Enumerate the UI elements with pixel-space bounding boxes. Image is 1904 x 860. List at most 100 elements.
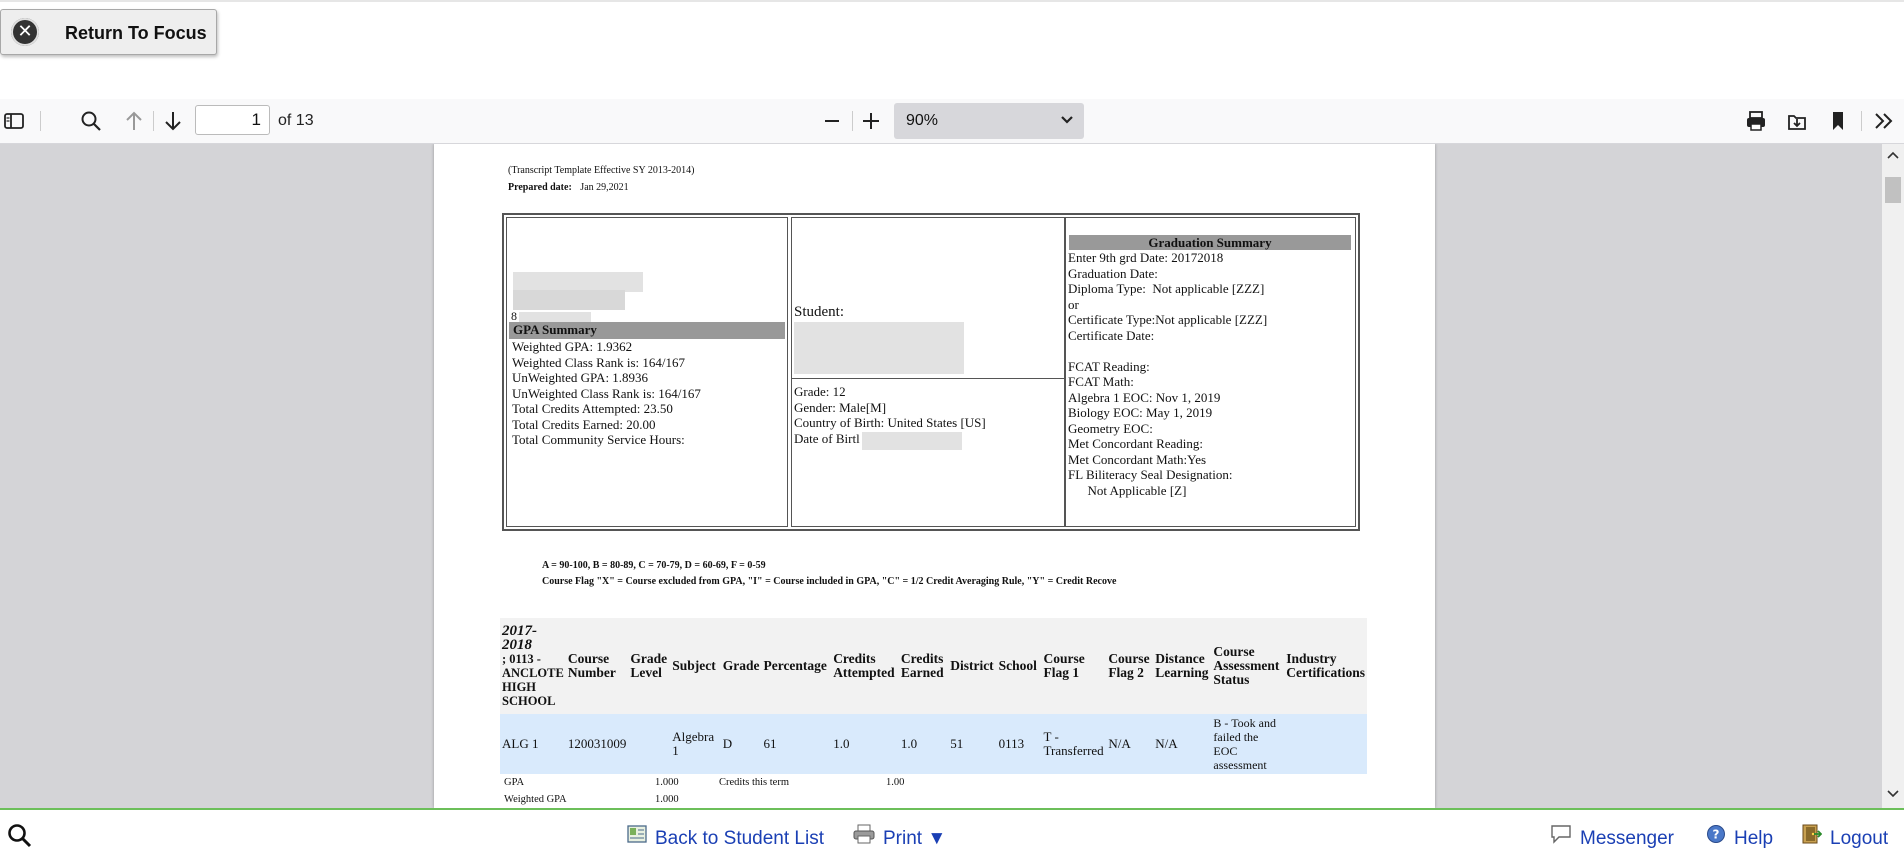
graduation-line: Geometry EOC: xyxy=(1068,420,1153,436)
column-header: Course Assessment Status xyxy=(1211,618,1285,714)
zoom-out-icon[interactable] xyxy=(818,107,846,135)
toolbar-separator xyxy=(852,111,853,131)
table-cell: 120031009 xyxy=(565,714,629,774)
pdf-page: (Transcript Template Effective SY 2013-2… xyxy=(434,144,1435,808)
search-icon[interactable] xyxy=(6,822,32,853)
student-label: Student: xyxy=(794,304,845,320)
print-menu-link[interactable]: Print ▼ xyxy=(853,824,946,850)
close-circle-icon: ✕ xyxy=(11,18,39,46)
graduation-summary-header: Graduation Summary xyxy=(1069,235,1351,250)
graduation-box: Graduation Summary Enter 9th grd Date: 2… xyxy=(1064,217,1356,527)
graduation-line: FCAT Reading: xyxy=(1068,358,1150,374)
table-cell: ALG 1 xyxy=(500,714,566,774)
top-border xyxy=(0,0,1904,2)
student-info-line: Grade: 12 xyxy=(794,384,846,399)
table-cell: Algebra 1 xyxy=(670,714,721,774)
scroll-up-icon[interactable] xyxy=(1885,147,1901,163)
toolbar-separator xyxy=(1861,111,1862,131)
student-box: Student: Grade: 12 Gender: Male[M] Country… xyxy=(791,217,1066,527)
graduation-line xyxy=(1068,343,1267,359)
back-to-student-list-link[interactable]: Back to Student List xyxy=(627,824,824,850)
course-table-header: 2017- 2018; 0113 - ANCLOTE HIGH SCHOOL Course… xyxy=(500,618,1367,714)
messenger-link[interactable]: Messenger xyxy=(1550,824,1674,850)
table-cell: 0113 xyxy=(996,714,1042,774)
printer-icon xyxy=(853,824,875,850)
gpa-summary-line: Weighted Class Rank is: 164/167 xyxy=(512,354,685,370)
weighted-gpa-value: 1.000 xyxy=(655,794,679,805)
gpa-summary-line: UnWeighted Class Rank is: 164/167 xyxy=(512,385,701,401)
graduation-line: Certificate Type:Not applicable [ZZZ] xyxy=(1068,312,1268,327)
zoom-select[interactable]: 90% xyxy=(894,103,1084,139)
column-header: Percentage xyxy=(761,618,832,714)
pdf-viewer[interactable]: (Transcript Template Effective SY 2013-2… xyxy=(0,144,1904,808)
tools-menu-icon[interactable] xyxy=(1870,107,1898,135)
gpa-summary-line: Total Community Service Hours: xyxy=(512,432,685,447)
footer-bar: Back to Student List Print ▼ Messenger ?… xyxy=(0,808,1904,860)
bookmark-icon[interactable] xyxy=(1824,107,1852,135)
column-header: 2017- 2018; 0113 - ANCLOTE HIGH SCHOOL xyxy=(500,618,566,714)
next-page-icon[interactable] xyxy=(159,107,187,135)
graduation-line: Graduation Date: xyxy=(1068,265,1158,281)
column-header: District xyxy=(948,618,997,714)
vertical-scrollbar[interactable] xyxy=(1882,144,1904,808)
table-cell: 61 xyxy=(761,714,832,774)
divider xyxy=(792,378,1065,379)
save-download-icon[interactable] xyxy=(1783,107,1811,135)
column-header: Course Flag 2 xyxy=(1106,618,1154,714)
logout-icon xyxy=(1800,824,1823,850)
table-cell: T - Transferred xyxy=(1041,714,1107,774)
column-header: Course Number xyxy=(565,618,629,714)
column-header: Credits Attempted xyxy=(831,618,899,714)
gpa-summary-line: UnWeighted GPA: 1.8936 xyxy=(512,370,649,385)
prepared-date-value: Jan 29,2021 xyxy=(580,182,629,193)
graduation-line: or xyxy=(1068,296,1079,312)
toolbar-separator xyxy=(153,111,154,131)
column-header: School xyxy=(996,618,1042,714)
table-cell: 51 xyxy=(948,714,997,774)
table-cell: 1.0 xyxy=(831,714,899,774)
redacted-block xyxy=(513,290,625,310)
graduation-line: Algebra 1 EOC: Nov 1, 2019 xyxy=(1068,389,1221,405)
table-cell xyxy=(1284,714,1367,774)
gpa-summary-header: GPA Summary xyxy=(509,322,785,339)
zoom-value: 90% xyxy=(906,112,939,129)
gpa-summary-lines: Weighted GPA: 1.9362 Weighted Class Rank … xyxy=(512,339,701,448)
graduation-lines: Enter 9th grd Date: 20172018 Graduation D… xyxy=(1068,250,1267,498)
column-header: Credits Earned xyxy=(898,618,949,714)
help-link[interactable]: ? Help xyxy=(1706,824,1773,850)
previous-page-icon[interactable] xyxy=(120,107,148,135)
graduation-line: Biology EOC: May 1, 2019 xyxy=(1068,405,1213,420)
toolbar-separator xyxy=(40,111,41,131)
gpa-term-label: GPA xyxy=(504,777,525,788)
logout-label: Logout xyxy=(1830,828,1889,849)
credits-term-label: Credits this term xyxy=(719,777,789,788)
column-header: Distance Learning xyxy=(1153,618,1212,714)
graduation-line: Not Applicable [Z] xyxy=(1068,482,1187,498)
print-label: Print ▼ xyxy=(883,828,947,849)
messenger-label: Messenger xyxy=(1580,828,1674,849)
table-cell: 1.0 xyxy=(898,714,949,774)
column-header: Grade xyxy=(720,618,762,714)
page-number-input[interactable]: 1 xyxy=(195,105,270,135)
help-icon: ? xyxy=(1706,824,1726,850)
graduation-line: Enter 9th grd Date: 20172018 xyxy=(1068,250,1224,265)
search-icon[interactable] xyxy=(77,107,105,135)
sidebar-toggle-icon[interactable] xyxy=(0,107,28,135)
graduation-line: Met Concordant Math:Yes xyxy=(1068,451,1207,467)
student-list-icon xyxy=(627,825,647,849)
gpa-summary-line: Weighted GPA: 1.9362 xyxy=(512,339,633,354)
logout-link[interactable]: Logout xyxy=(1800,824,1888,850)
school-gpa-box: 8 GPA Summary Weighted GPA: 1.9362 Weight… xyxy=(506,217,788,527)
graduation-line: FL Biliteracy Seal Designation: xyxy=(1068,467,1233,482)
print-icon[interactable] xyxy=(1742,107,1770,135)
messenger-icon xyxy=(1550,824,1572,850)
graduation-line: Certificate Date: xyxy=(1068,327,1155,343)
scrollbar-thumb[interactable] xyxy=(1885,177,1901,203)
zoom-in-icon[interactable] xyxy=(857,107,885,135)
column-header: Industry Certifications xyxy=(1284,618,1367,714)
scroll-down-icon[interactable] xyxy=(1885,786,1901,802)
return-to-focus-button[interactable]: ✕ Return To Focus xyxy=(0,9,217,55)
grade-legend: A = 90-100, B = 80-89, C = 70-79, D = 60… xyxy=(542,560,766,571)
svg-text:?: ? xyxy=(1713,828,1720,842)
help-label: Help xyxy=(1734,828,1774,849)
